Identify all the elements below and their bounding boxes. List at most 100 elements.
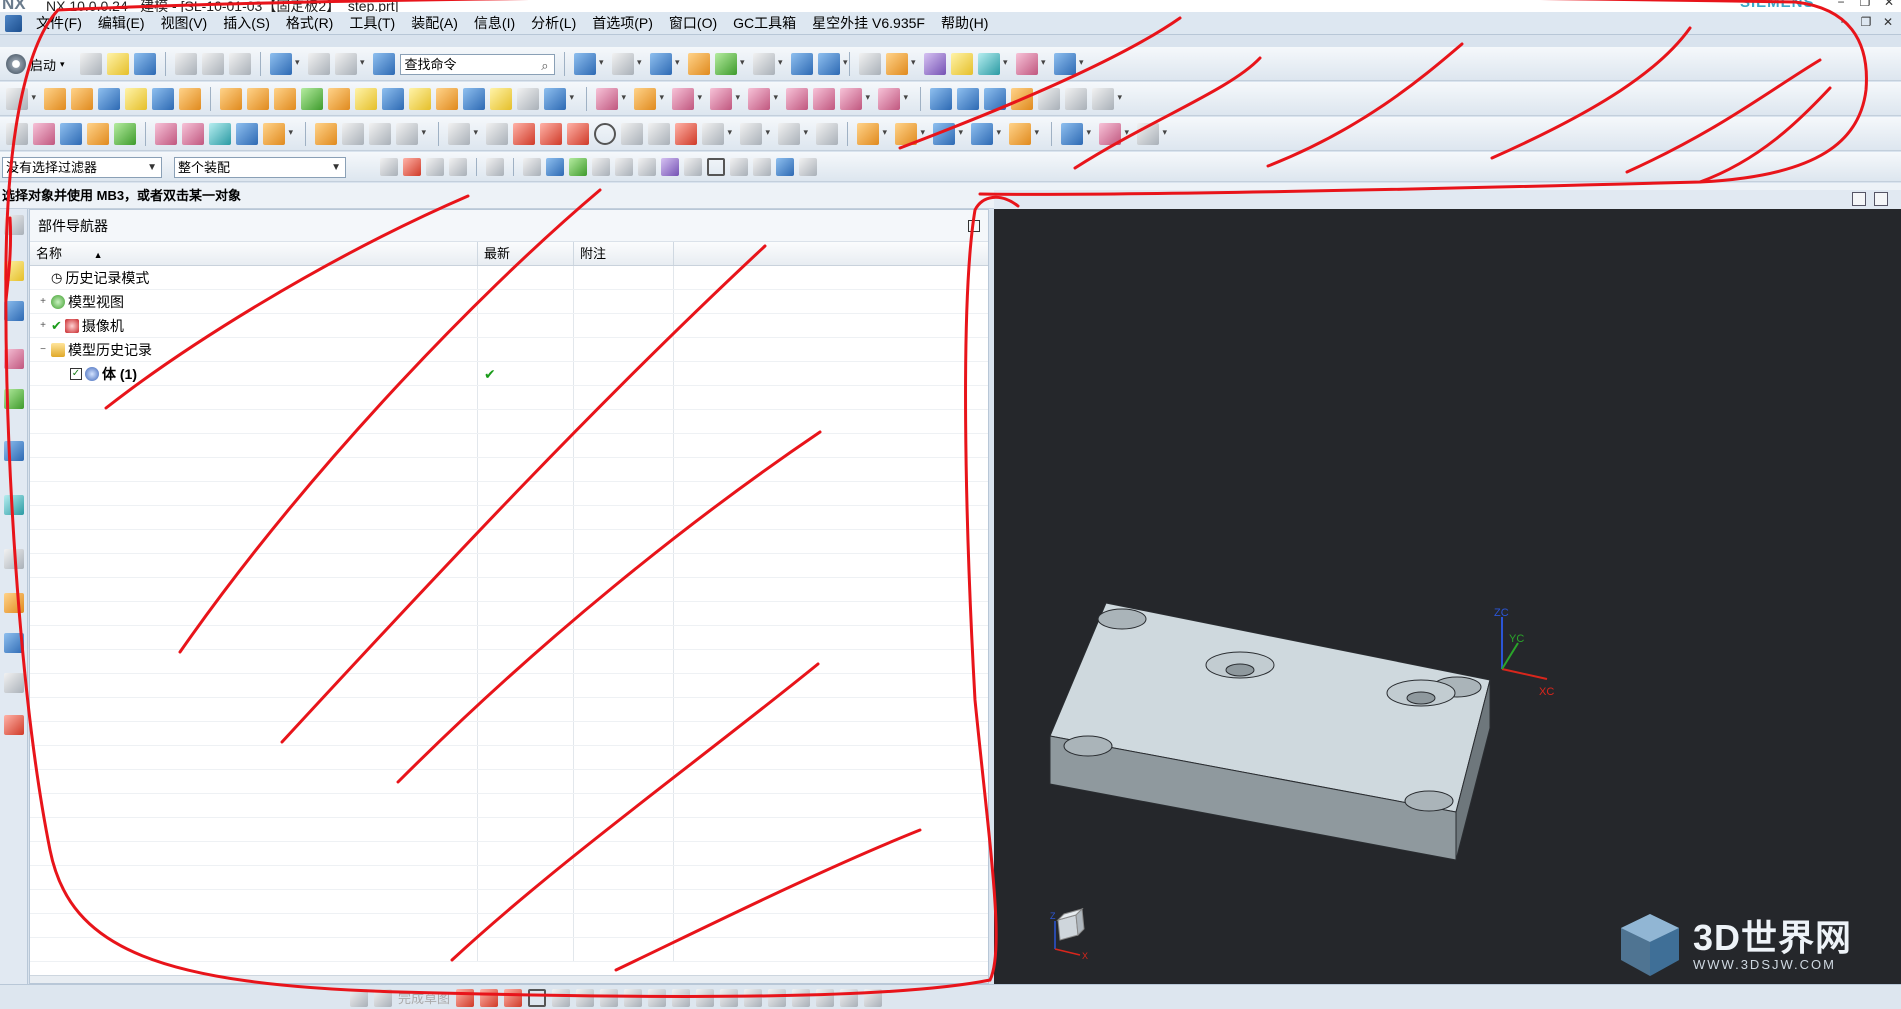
datum-plane-icon[interactable] (301, 88, 323, 110)
emboss-icon[interactable] (1137, 123, 1167, 145)
pull-face-icon[interactable] (813, 88, 835, 110)
selection-scope-dropdown[interactable]: 整个装配 ▼ (174, 157, 346, 178)
resize-blend-icon[interactable] (748, 88, 778, 110)
new-file-icon[interactable] (79, 53, 102, 75)
point-icon[interactable] (702, 123, 732, 145)
system-materials-tab-icon[interactable] (4, 593, 24, 613)
make-corner-icon[interactable] (792, 988, 811, 1007)
line-icon[interactable] (6, 123, 28, 145)
rectangle-icon[interactable] (576, 988, 595, 1007)
i-form-icon[interactable] (236, 123, 258, 145)
studio-spline-icon[interactable] (648, 988, 667, 1007)
app-menu-icon[interactable] (5, 15, 22, 32)
ruled-icon[interactable] (984, 88, 1006, 110)
sketch-grid-icon[interactable] (486, 123, 508, 145)
extension-sheet-icon[interactable] (155, 123, 177, 145)
snap-intersection-icon[interactable] (638, 158, 656, 176)
arc-icon[interactable] (504, 988, 523, 1007)
intersection-curve-icon[interactable] (342, 123, 364, 145)
through-curves-icon[interactable] (930, 88, 952, 110)
display-constraints-icon[interactable] (864, 988, 883, 1007)
constraint-navigator-tab-icon[interactable] (4, 301, 24, 321)
assembly-navigator-icon[interactable] (858, 53, 881, 75)
cylinder-icon[interactable] (895, 123, 925, 145)
offset-curve-icon[interactable] (369, 123, 391, 145)
menu-item-6[interactable]: 装配(A) (403, 15, 466, 32)
profile-icon[interactable] (456, 988, 475, 1007)
select-intent-icon[interactable] (403, 158, 421, 176)
menu-item-9[interactable]: 首选项(P) (584, 15, 661, 32)
sketch-icon[interactable] (6, 88, 36, 110)
mdi-close-icon[interactable]: ✕ (1880, 15, 1896, 31)
graphics-window[interactable]: ZC YC XC Z X (994, 209, 1901, 984)
project-curve-icon[interactable] (315, 123, 337, 145)
menu-item-0[interactable]: 文件(F) (28, 15, 90, 32)
web-browser-tab-icon[interactable] (4, 495, 24, 515)
mirror-curve-icon[interactable] (720, 988, 739, 1007)
pattern-feature-icon[interactable] (220, 88, 242, 110)
sew-icon[interactable] (1038, 88, 1060, 110)
enlarge-icon[interactable] (263, 123, 293, 145)
snap-point-icon[interactable] (977, 53, 1008, 75)
thicken-icon[interactable] (1092, 88, 1122, 110)
menu-item-5[interactable]: 工具(T) (341, 15, 403, 32)
mdi-minimize-icon[interactable]: − (1836, 15, 1852, 31)
tree-row-body[interactable]: ✓ 体 (1) ✔ (30, 362, 988, 386)
line-icon[interactable] (480, 988, 499, 1007)
visibility-checkbox[interactable]: ✓ (70, 367, 82, 380)
paste-icon[interactable] (228, 53, 251, 75)
redo-icon[interactable] (307, 53, 330, 75)
delete-face-icon[interactable] (672, 88, 702, 110)
menu-item-10[interactable]: 窗口(O) (661, 15, 725, 32)
face-blend-icon[interactable] (1061, 123, 1091, 145)
select-feature-icon[interactable] (523, 158, 541, 176)
process-studio-tab-icon[interactable] (4, 633, 24, 653)
pocket-icon[interactable] (152, 88, 174, 110)
split-body-icon[interactable] (544, 88, 574, 110)
wcs-triad[interactable]: ZC YC XC (1494, 607, 1554, 698)
search-icon[interactable]: ⌕ (541, 56, 548, 75)
snap-on-curve-icon[interactable] (753, 158, 771, 176)
menu-item-1[interactable]: 编辑(E) (90, 15, 153, 32)
dimension-constraint-icon[interactable] (840, 988, 859, 1007)
undo-icon[interactable] (269, 53, 300, 75)
snap-existing-point-icon[interactable] (730, 158, 748, 176)
history-tab-icon[interactable] (4, 549, 24, 569)
collapse-icon[interactable]: − (38, 338, 48, 362)
tree-row-history-mode[interactable]: ◷ 历史记录模式 (30, 266, 988, 290)
n-sided-surface-icon[interactable] (87, 123, 109, 145)
rendering-style-icon[interactable] (687, 53, 710, 75)
roles-tab-icon[interactable] (4, 673, 24, 693)
close-icon[interactable]: ✕ (1878, 0, 1900, 11)
settings-icon[interactable] (4, 215, 24, 235)
fit-view-icon[interactable] (573, 53, 604, 75)
polygon-icon[interactable] (600, 988, 619, 1007)
graphics-minimize-icon[interactable] (1852, 192, 1866, 206)
tree-row-model-history[interactable]: − 模型历史记录 (30, 338, 988, 362)
dimension-icon[interactable] (1015, 53, 1046, 75)
move-to-layer-icon[interactable] (817, 53, 848, 75)
snap-grid-icon[interactable] (799, 158, 817, 176)
fillet-icon[interactable] (621, 123, 643, 145)
type-filter-dropdown[interactable]: 没有选择过滤器 ▼ (2, 157, 162, 178)
horizontal-scrollbar[interactable] (30, 975, 988, 983)
sketch-plane-icon[interactable] (448, 123, 478, 145)
repeat-command-icon[interactable] (334, 53, 365, 75)
menu-item-7[interactable]: 信息(I) (466, 15, 523, 32)
snap-curve-point-icon[interactable] (661, 158, 679, 176)
follow-fillet-icon[interactable] (449, 158, 467, 176)
intersect-icon[interactable] (382, 88, 404, 110)
edge-blend-icon[interactable] (409, 88, 431, 110)
patch-icon[interactable] (1065, 88, 1087, 110)
four-point-surface-icon[interactable] (114, 123, 136, 145)
expand-icon[interactable]: + (38, 290, 48, 314)
draft-icon[interactable] (490, 88, 512, 110)
stop-at-intersection-icon[interactable] (426, 158, 444, 176)
hd3d-tools-tab-icon[interactable] (4, 441, 24, 461)
constraint-icon[interactable] (740, 123, 770, 145)
boss-icon[interactable] (125, 88, 147, 110)
snap-midpoint-icon[interactable] (592, 158, 610, 176)
part-navigator-tab-icon[interactable] (4, 349, 24, 369)
graphics-maximize-icon[interactable] (1874, 192, 1888, 206)
pattern-face-icon[interactable] (247, 88, 269, 110)
